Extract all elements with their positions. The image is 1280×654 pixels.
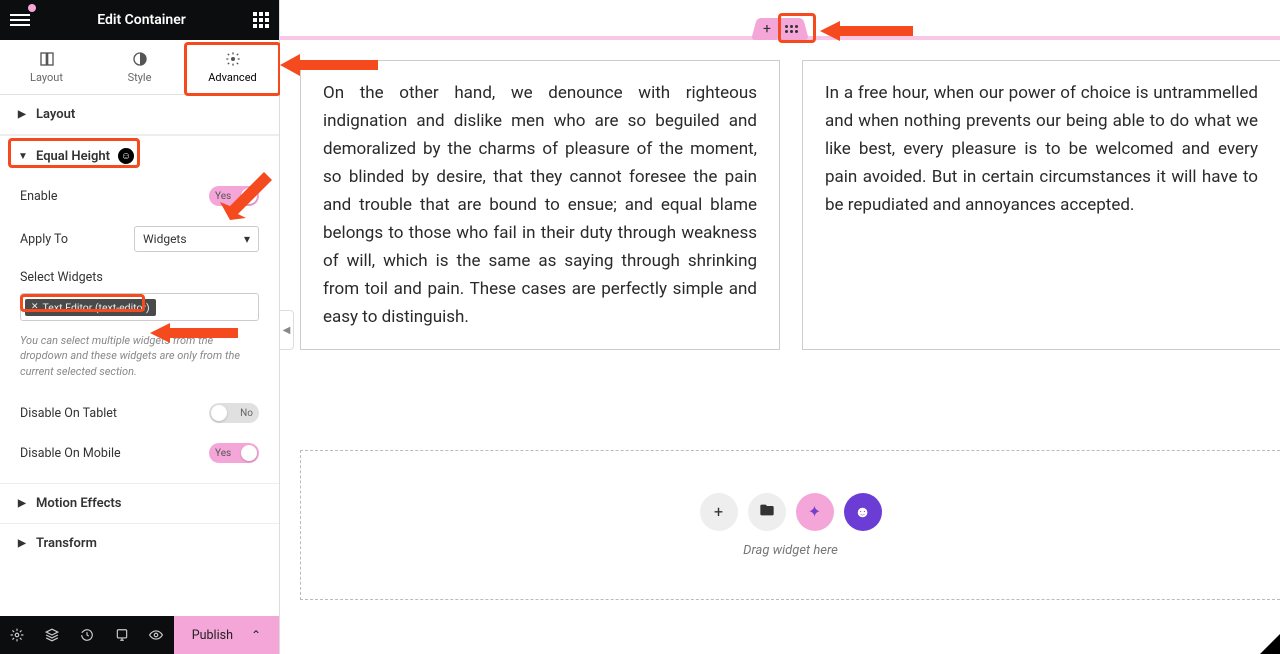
editor-sidebar: Edit Container Layout Style Advanced ▶ L… xyxy=(0,0,280,654)
history-icon[interactable] xyxy=(70,616,105,654)
section-equal-height-label: Equal Height xyxy=(36,149,110,164)
apply-to-label: Apply To xyxy=(20,232,68,247)
canvas: ◀ + On the other hand, we denounce with … xyxy=(280,0,1280,654)
panel-title: Edit Container xyxy=(30,12,253,28)
menu-icon[interactable] xyxy=(10,10,30,30)
disable-tablet-toggle[interactable]: No xyxy=(209,403,259,423)
chevron-right-icon: ▶ xyxy=(18,498,28,509)
drop-label: Drag widget here xyxy=(743,543,838,558)
resize-corner-icon[interactable] xyxy=(1260,634,1280,654)
helper-text: You can select multiple widgets from the… xyxy=(0,327,279,393)
remove-tag-icon[interactable]: ✕ xyxy=(31,302,39,312)
text-editor-left[interactable]: On the other hand, we denounce with righ… xyxy=(300,60,780,350)
happy-addons-button[interactable]: ☻ xyxy=(844,493,882,531)
enable-toggle-text: Yes xyxy=(215,191,231,202)
panel-body: ▶ Layout ▼ Equal Height ☺ Enable Yes App… xyxy=(0,95,279,616)
style-icon xyxy=(132,51,148,67)
unsaved-indicator-icon xyxy=(28,4,36,12)
section-equal-height[interactable]: ▼ Equal Height ☺ xyxy=(0,136,279,176)
publish-button[interactable]: Publish ⌃ xyxy=(174,616,279,654)
tab-layout[interactable]: Layout xyxy=(0,40,93,94)
text-content-left: On the other hand, we denounce with righ… xyxy=(323,83,757,327)
chevron-right-icon: ▶ xyxy=(18,538,28,549)
section-transform-label: Transform xyxy=(36,536,97,551)
ai-button[interactable]: ✦ xyxy=(796,493,834,531)
apply-to-select[interactable]: Widgets ▾ xyxy=(134,226,259,252)
chevron-down-icon: ▼ xyxy=(18,151,28,162)
chevron-left-icon: ◀ xyxy=(283,325,291,336)
sparkle-icon: ✦ xyxy=(808,502,821,521)
section-motion-effects[interactable]: ▶ Motion Effects xyxy=(0,484,279,524)
enable-row: Enable Yes xyxy=(0,176,279,216)
tab-style[interactable]: Style xyxy=(93,40,186,94)
tab-style-label: Style xyxy=(128,71,152,84)
disable-mobile-toggle[interactable]: Yes xyxy=(209,443,259,463)
sidebar-header: Edit Container xyxy=(0,0,279,40)
text-content-right: In a free hour, when our power of choice… xyxy=(825,83,1258,215)
tab-layout-label: Layout xyxy=(30,71,63,84)
folder-icon xyxy=(759,502,775,522)
section-layout-label: Layout xyxy=(36,107,75,122)
face-icon: ☻ xyxy=(854,502,871,522)
preview-icon[interactable] xyxy=(139,616,174,654)
panel-tabs: Layout Style Advanced xyxy=(0,40,279,95)
disable-mobile-text: Yes xyxy=(215,448,231,459)
responsive-icon[interactable] xyxy=(104,616,139,654)
enable-label: Enable xyxy=(20,189,58,204)
settings-icon[interactable] xyxy=(0,616,35,654)
apps-grid-icon[interactable] xyxy=(253,12,269,28)
section-motion-label: Motion Effects xyxy=(36,496,121,511)
disable-mobile-row: Disable On Mobile Yes xyxy=(0,433,279,473)
chevron-up-icon: ⌃ xyxy=(251,628,261,642)
sidebar-footer: Publish ⌃ xyxy=(0,616,279,654)
select-widgets-input[interactable]: ✕ Text Editor (text-editor) xyxy=(20,293,259,321)
container-handle: + xyxy=(754,18,806,40)
disable-mobile-label: Disable On Mobile xyxy=(20,446,121,461)
widget-tag-text: Text Editor (text-editor) xyxy=(43,301,150,314)
chevron-down-icon: ▾ xyxy=(244,232,250,246)
chevron-right-icon: ▶ xyxy=(18,109,28,120)
navigator-icon[interactable] xyxy=(35,616,70,654)
layout-icon xyxy=(39,51,55,67)
tab-advanced-label: Advanced xyxy=(208,71,256,84)
happy-addon-icon: ☺ xyxy=(118,148,134,164)
disable-tablet-text: No xyxy=(240,408,253,419)
select-widgets-label: Select Widgets xyxy=(0,262,279,289)
disable-tablet-row: Disable On Tablet No xyxy=(0,393,279,433)
gear-icon xyxy=(225,51,241,67)
disable-tablet-label: Disable On Tablet xyxy=(20,406,117,421)
apply-to-row: Apply To Widgets ▾ xyxy=(0,216,279,262)
publish-label: Publish xyxy=(192,628,233,643)
enable-toggle[interactable]: Yes xyxy=(209,186,259,206)
drag-icon xyxy=(785,25,798,33)
drag-section-handle[interactable] xyxy=(773,18,809,40)
plus-icon: + xyxy=(763,21,771,37)
widget-tag[interactable]: ✕ Text Editor (text-editor) xyxy=(25,299,156,316)
template-library-button[interactable] xyxy=(748,493,786,531)
collapse-panel-button[interactable]: ◀ xyxy=(280,310,294,350)
text-editor-right[interactable]: In a free hour, when our power of choice… xyxy=(802,60,1280,350)
section-layout[interactable]: ▶ Layout xyxy=(0,95,279,135)
section-transform[interactable]: ▶ Transform xyxy=(0,524,279,563)
apply-to-value: Widgets xyxy=(143,232,187,246)
columns-wrap: On the other hand, we denounce with righ… xyxy=(300,60,1280,350)
plus-icon: + xyxy=(714,502,723,521)
add-widget-button[interactable]: + xyxy=(700,493,738,531)
drop-buttons: + ✦ ☻ xyxy=(700,493,882,531)
tab-advanced[interactable]: Advanced xyxy=(186,40,279,94)
drop-zone[interactable]: + ✦ ☻ Drag widget here xyxy=(300,450,1280,600)
